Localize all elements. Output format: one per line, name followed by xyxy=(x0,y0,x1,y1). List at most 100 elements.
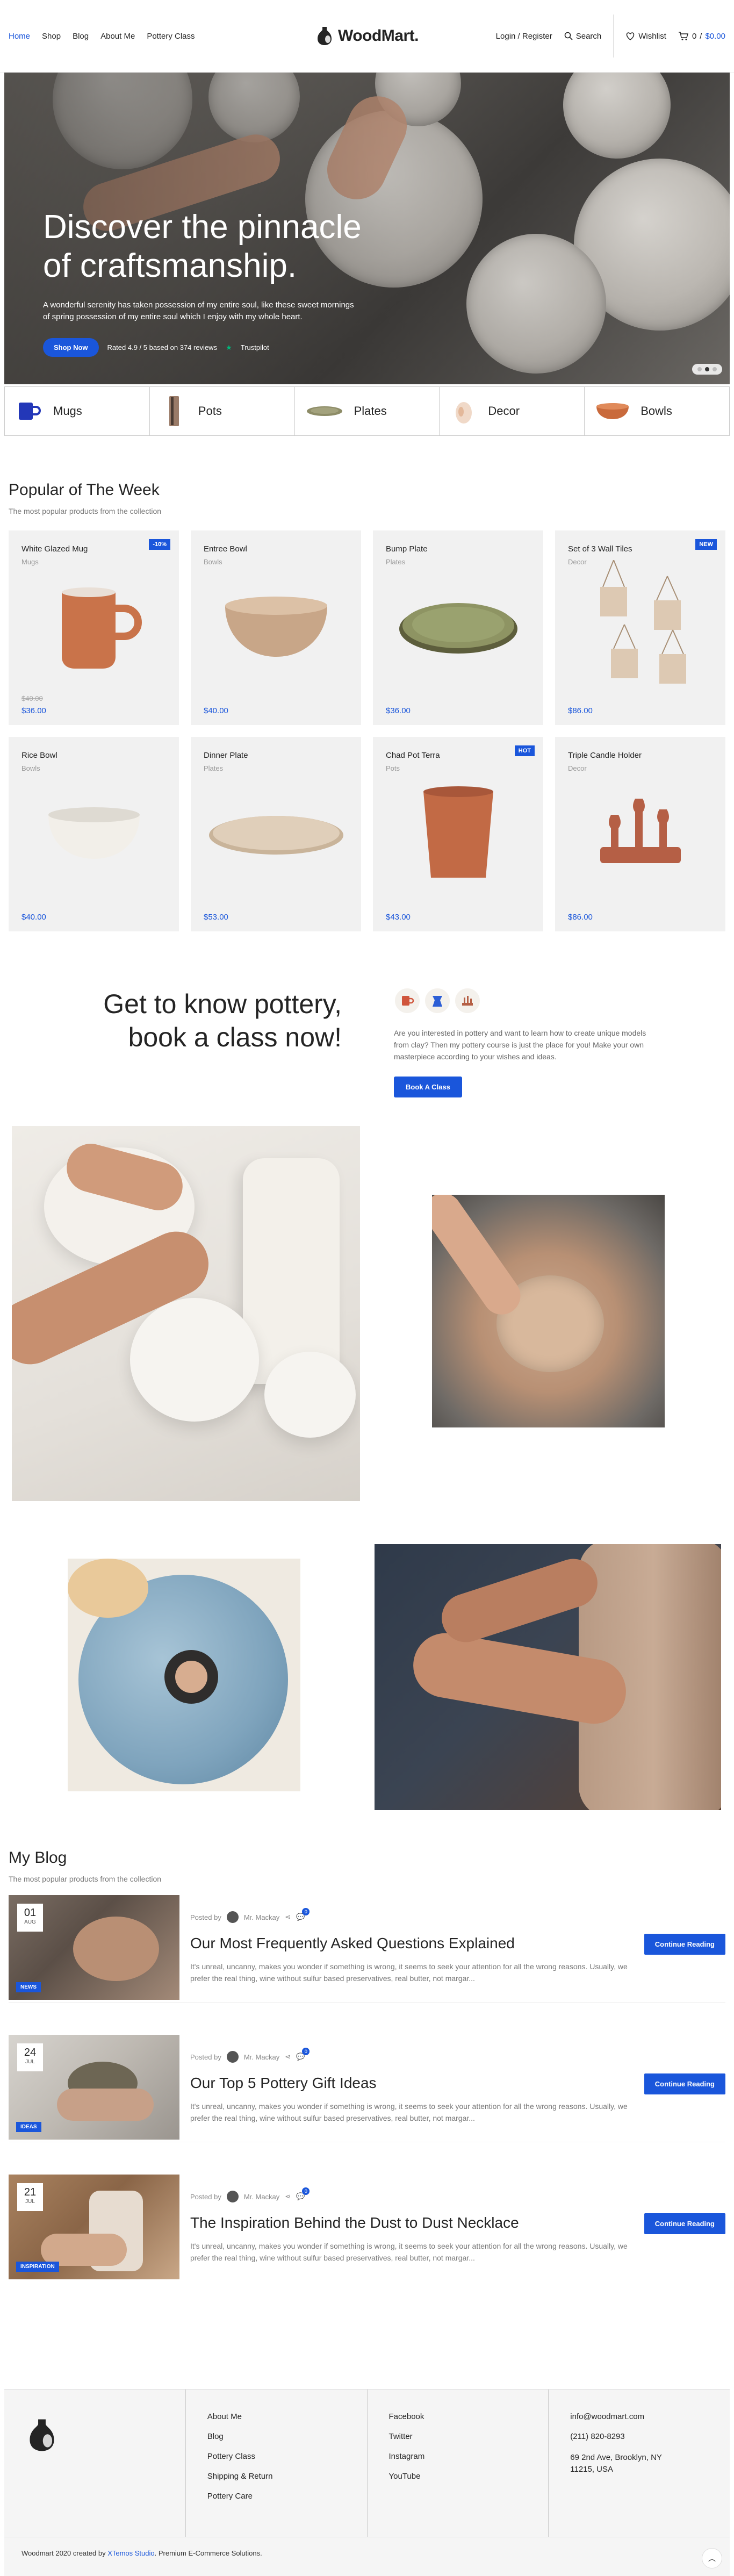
product-category[interactable]: Bowls xyxy=(204,558,348,566)
product-category[interactable]: Mugs xyxy=(21,558,166,566)
author-name[interactable]: Mr. Mackay xyxy=(244,2193,279,2201)
footer-link-pottery-care[interactable]: Pottery Care xyxy=(207,2492,346,2501)
post-tag[interactable]: IDEAS xyxy=(16,2122,41,2132)
product-card[interactable]: Chad Pot Terra Pots HOT $43.00 xyxy=(373,737,543,931)
author-name[interactable]: Mr. Mackay xyxy=(244,1913,279,1921)
product-card[interactable]: Triple Candle Holder Decor $86.00 xyxy=(555,737,725,931)
wishlist-label: Wishlist xyxy=(638,31,666,41)
product-category[interactable]: Pots xyxy=(386,764,530,772)
product-category[interactable]: Plates xyxy=(386,558,530,566)
share-icon[interactable]: ⋖ xyxy=(285,2192,291,2201)
footer-link-blog[interactable]: Blog xyxy=(207,2432,346,2441)
product-name[interactable]: White Glazed Mug xyxy=(21,544,166,554)
nav-home[interactable]: Home xyxy=(9,32,30,41)
header-actions: Login / Register Search Wishlist 0 / $0.… xyxy=(496,15,725,58)
category-pots[interactable]: Pots xyxy=(150,387,295,435)
footer-phone[interactable]: (211) 820-8293 xyxy=(570,2432,708,2441)
post-image[interactable]: 01 AUG NEWS xyxy=(9,1895,179,2000)
comments-icon[interactable]: 💬 0 xyxy=(296,2187,310,2201)
post-body: Posted by Mr. Mackay ⋖ 💬 0 Our Most Frequ… xyxy=(190,1908,636,1984)
post-title[interactable]: Our Top 5 Pottery Gift Ideas xyxy=(190,2075,636,2092)
footer-link-about-me[interactable]: About Me xyxy=(207,2412,346,2421)
hero-title-line: Discover the pinnacle xyxy=(43,209,362,246)
product-name[interactable]: Rice Bowl xyxy=(21,751,166,760)
share-icon[interactable]: ⋖ xyxy=(285,2053,291,2061)
post-image[interactable]: 24 JUL IDEAS xyxy=(9,2035,179,2140)
footer-link-pottery-class[interactable]: Pottery Class xyxy=(207,2452,346,2461)
hero-banner: Discover the pinnacle of craftsmanship. … xyxy=(4,73,730,384)
product-card[interactable]: Dinner Plate Plates $53.00 xyxy=(191,737,361,931)
bowl-product-image xyxy=(225,597,327,657)
product-name[interactable]: Dinner Plate xyxy=(204,751,348,760)
post-day: 01 xyxy=(24,1907,37,1919)
product-price: $43.00 xyxy=(386,913,411,922)
studio-link[interactable]: XTemos Studio xyxy=(107,2549,154,2557)
product-card[interactable]: Set of 3 Wall Tiles Decor NEW $86.00 xyxy=(555,530,725,725)
continue-reading-button[interactable]: Continue Reading xyxy=(644,1934,725,1955)
slider-dot[interactable] xyxy=(713,367,717,371)
footer-link-twitter[interactable]: Twitter xyxy=(389,2432,527,2441)
post-title[interactable]: Our Most Frequently Asked Questions Expl… xyxy=(190,1935,636,1952)
continue-reading-button[interactable]: Continue Reading xyxy=(644,2073,725,2094)
wishlist-link[interactable]: Wishlist xyxy=(625,32,666,41)
nav-blog[interactable]: Blog xyxy=(73,32,89,41)
nav-shop[interactable]: Shop xyxy=(42,32,61,41)
popular-subtitle: The most popular products from the colle… xyxy=(9,507,162,515)
search-label: Search xyxy=(575,31,602,41)
slider-dot[interactable] xyxy=(705,367,709,371)
product-name[interactable]: Triple Candle Holder xyxy=(568,751,713,760)
site-logo[interactable]: WoodMart. xyxy=(315,26,419,46)
post-tag[interactable]: INSPIRATION xyxy=(16,2262,59,2272)
category-plates[interactable]: Plates xyxy=(295,387,440,435)
category-decor[interactable]: Decor xyxy=(440,387,585,435)
share-icon[interactable]: ⋖ xyxy=(285,1913,291,1921)
cart-link[interactable]: 0 / $0.00 xyxy=(678,31,725,41)
category-mugs[interactable]: Mugs xyxy=(5,387,150,435)
product-old-price: $40.00 xyxy=(21,694,43,702)
category-bowls[interactable]: Bowls xyxy=(585,387,729,435)
footer-email[interactable]: info@woodmart.com xyxy=(570,2412,708,2421)
product-card[interactable]: Rice Bowl Bowls $40.00 xyxy=(9,737,179,931)
post-date: 01 AUG xyxy=(17,1904,43,1932)
product-card[interactable]: White Glazed Mug Mugs -10% $40.00 $36.00 xyxy=(9,530,179,725)
product-name[interactable]: Bump Plate xyxy=(386,544,530,554)
cart-count: 0 xyxy=(692,31,697,41)
post-excerpt: It's unreal, uncanny, makes you wonder i… xyxy=(190,1962,628,1983)
shop-now-button[interactable]: Shop Now xyxy=(43,338,99,357)
comment-count: 0 xyxy=(302,2187,310,2195)
author-name[interactable]: Mr. Mackay xyxy=(244,2053,279,2061)
post-excerpt: It's unreal, uncanny, makes you wonder i… xyxy=(190,2242,628,2262)
scroll-to-top-button[interactable]: ︿ xyxy=(702,2548,722,2568)
post-image[interactable]: 21 JUL INSPIRATION xyxy=(9,2175,179,2279)
product-name[interactable]: Chad Pot Terra xyxy=(386,751,530,760)
footer-link-youtube[interactable]: YouTube xyxy=(389,2472,527,2481)
search-button[interactable]: Search xyxy=(564,31,602,41)
footer-link-facebook[interactable]: Facebook xyxy=(389,2412,527,2421)
footer-link-shipping-return[interactable]: Shipping & Return xyxy=(207,2472,346,2481)
nav-pottery-class[interactable]: Pottery Class xyxy=(147,32,195,41)
product-card[interactable]: Bump Plate Plates $36.00 xyxy=(373,530,543,725)
vase-logo-icon[interactable] xyxy=(26,2417,58,2453)
login-register-link[interactable]: Login / Register xyxy=(496,32,552,41)
nav-about-me[interactable]: About Me xyxy=(100,32,135,41)
product-category[interactable]: Decor xyxy=(568,764,713,772)
post-meta: Posted by Mr. Mackay ⋖ 💬 0 xyxy=(190,1908,636,1923)
category-label: Plates xyxy=(354,404,387,418)
mug-avatar-icon xyxy=(394,987,421,1014)
footer-links-column: About Me Blog Pottery Class Shipping & R… xyxy=(186,2390,368,2537)
blog-title: My Blog xyxy=(9,1849,67,1867)
book-class-button[interactable]: Book A Class xyxy=(394,1077,462,1097)
comments-icon[interactable]: 💬 0 xyxy=(296,1908,310,1921)
slider-dot[interactable] xyxy=(697,367,702,371)
post-title[interactable]: The Inspiration Behind the Dust to Dust … xyxy=(190,2214,636,2231)
footer-logo-column xyxy=(4,2390,186,2537)
product-category[interactable]: Plates xyxy=(204,764,348,772)
product-category[interactable]: Bowls xyxy=(21,764,166,772)
continue-reading-button[interactable]: Continue Reading xyxy=(644,2213,725,2234)
product-name[interactable]: Entree Bowl xyxy=(204,544,348,554)
post-tag[interactable]: NEWS xyxy=(16,1982,41,1992)
product-card[interactable]: Entree Bowl Bowls $40.00 xyxy=(191,530,361,725)
product-name[interactable]: Set of 3 Wall Tiles xyxy=(568,544,713,554)
footer-link-instagram[interactable]: Instagram xyxy=(389,2452,527,2461)
comments-icon[interactable]: 💬 0 xyxy=(296,2048,310,2061)
